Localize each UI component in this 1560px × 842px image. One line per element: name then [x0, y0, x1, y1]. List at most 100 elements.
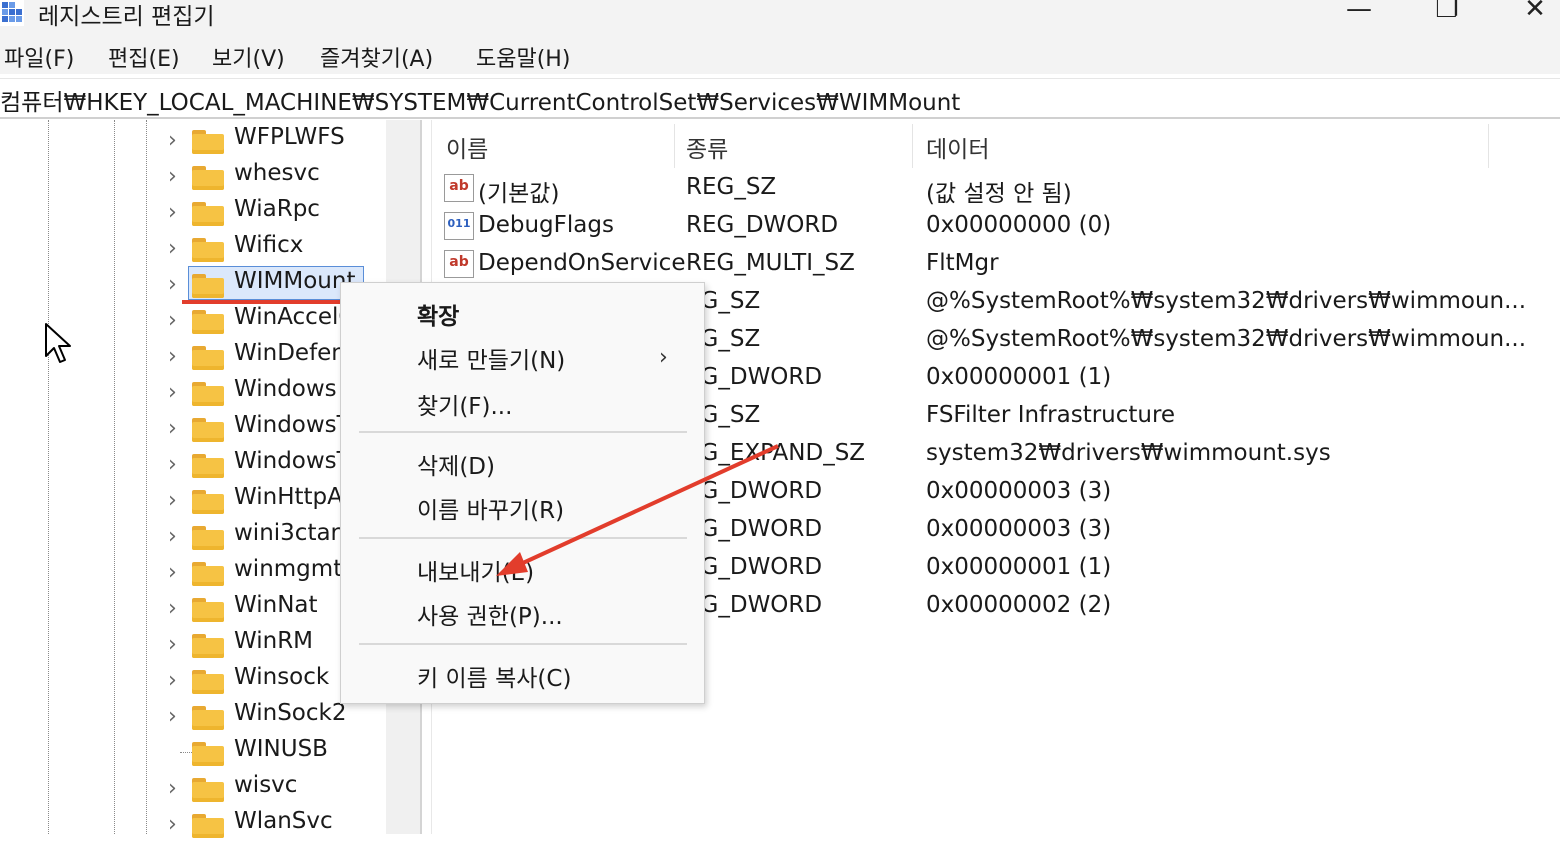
regedit-app-icon [0, 0, 24, 26]
close-button[interactable]: ✕ [1512, 0, 1558, 28]
tree-item[interactable]: › wisvc [160, 770, 400, 806]
tree-item-label: WIMMount [234, 268, 356, 294]
value-data: 0x00000001 (1) [926, 364, 1112, 390]
ctx-find[interactable]: 찾기(F)... [417, 387, 512, 421]
value-data: 0x00000003 (3) [926, 516, 1112, 542]
list-header: 이름 종류 데이터 [432, 120, 1560, 168]
chevron-right-icon: › [659, 345, 668, 370]
tree-item-label: winmgmt [234, 556, 343, 582]
tree-item[interactable]: › Wificx [160, 230, 400, 266]
value-type: EG_DWORD [686, 592, 823, 618]
tree-item[interactable]: › WiaRpc [160, 194, 400, 230]
folder-icon [192, 490, 224, 514]
chevron-right-icon[interactable]: › [168, 308, 177, 333]
value-type: EG_DWORD [686, 554, 823, 580]
value-type: EG_EXPAND_SZ [686, 440, 866, 466]
column-header-name[interactable]: 이름 [446, 130, 488, 164]
chevron-right-icon[interactable]: › [168, 776, 177, 801]
address-path[interactable]: 컴퓨터₩HKEY_LOCAL_MACHINE₩SYSTEM₩CurrentCon… [0, 83, 960, 117]
folder-icon [192, 562, 224, 586]
tree-item-label: WinSock2 [234, 700, 347, 726]
ctx-export[interactable]: 내보내기(E) [417, 553, 534, 587]
ctx-delete[interactable]: 삭제(D) [417, 447, 495, 481]
folder-icon [192, 202, 224, 226]
ctx-rename[interactable]: 이름 바꾸기(R) [417, 491, 564, 525]
maximize-button[interactable]: ❐ [1424, 0, 1470, 28]
column-separator[interactable] [912, 124, 913, 168]
chevron-right-icon[interactable]: › [168, 272, 177, 297]
value-name: DebugFlags [478, 212, 614, 238]
menu-edit[interactable]: 편집(E) [108, 41, 180, 73]
address-bar[interactable]: 컴퓨터₩HKEY_LOCAL_MACHINE₩SYSTEM₩CurrentCon… [0, 78, 1560, 119]
column-header-data[interactable]: 데이터 [926, 130, 989, 164]
tree-item[interactable]: WINUSB [160, 734, 400, 770]
value-name: DependOnService [478, 250, 686, 276]
menu-bar: 파일(F) 편집(E) 보기(V) 즐겨찾기(A) 도움말(H) [0, 36, 1560, 74]
folder-icon [192, 670, 224, 694]
value-data: FSFilter Infrastructure [926, 402, 1176, 428]
chevron-right-icon[interactable]: › [168, 488, 177, 513]
folder-icon [192, 778, 224, 802]
chevron-right-icon[interactable]: › [168, 632, 177, 657]
string-value-icon: ab [444, 250, 474, 278]
context-menu: 확장 새로 만들기(N) › 찾기(F)... 삭제(D) 이름 바꾸기(R) … [340, 282, 705, 704]
tree-item[interactable]: › whesvc [160, 158, 400, 194]
value-type: REG_MULTI_SZ [686, 250, 855, 276]
minimize-button[interactable]: — [1336, 0, 1382, 28]
folder-icon [192, 346, 224, 370]
mouse-cursor-icon [45, 323, 71, 363]
value-data: 0x00000002 (2) [926, 592, 1112, 618]
list-item[interactable]: 011 DebugFlags REG_DWORD 0x00000000 (0) [432, 208, 1560, 246]
tree-item-label: WlanSvc [234, 808, 333, 834]
ctx-copy-key-name[interactable]: 키 이름 복사(C) [417, 659, 571, 693]
window-title: 레지스트리 편집기 [38, 4, 215, 30]
chevron-right-icon[interactable]: › [168, 164, 177, 189]
chevron-right-icon[interactable]: › [168, 596, 177, 621]
ctx-expand[interactable]: 확장 [417, 297, 459, 331]
chevron-right-icon[interactable]: › [168, 704, 177, 729]
menu-favorites[interactable]: 즐겨찾기(A) [320, 41, 433, 73]
column-separator[interactable] [674, 124, 675, 168]
folder-icon [192, 454, 224, 478]
ctx-separator [359, 643, 687, 645]
chevron-right-icon[interactable]: › [168, 452, 177, 477]
value-type: REG_DWORD [686, 212, 839, 238]
chevron-right-icon[interactable]: › [168, 560, 177, 585]
tree-item[interactable]: › WFPLWFS [160, 122, 400, 158]
folder-icon [192, 310, 224, 334]
chevron-right-icon[interactable]: › [168, 668, 177, 693]
menu-view[interactable]: 보기(V) [212, 41, 285, 73]
chevron-right-icon[interactable]: › [168, 344, 177, 369]
list-item[interactable]: ab DependOnService REG_MULTI_SZ FltMgr [432, 246, 1560, 284]
value-name: (기본값) [478, 181, 560, 207]
chevron-right-icon[interactable]: › [168, 416, 177, 441]
chevron-right-icon[interactable]: › [168, 380, 177, 405]
ctx-separator [359, 431, 687, 433]
menu-file[interactable]: 파일(F) [4, 41, 74, 73]
tree-guide-line [146, 120, 147, 834]
tree-item[interactable]: › WlanSvc [160, 806, 400, 842]
chevron-right-icon[interactable]: › [168, 812, 177, 837]
value-data: 0x00000000 (0) [926, 212, 1112, 238]
chevron-right-icon[interactable]: › [168, 128, 177, 153]
tree-item-label: WinAccelC [234, 304, 355, 330]
menu-help[interactable]: 도움말(H) [476, 41, 570, 73]
tree-item-label: WinDefen [234, 340, 346, 366]
tree-guide-line [114, 120, 115, 834]
list-item[interactable]: ab (기본값) REG_SZ (값 설정 안 됨) [432, 170, 1560, 208]
folder-icon [192, 382, 224, 406]
tree-item-label: WinHttpA [234, 484, 343, 510]
tree-item-label: Wificx [234, 232, 304, 258]
tree-item-label: WiaRpc [234, 196, 320, 222]
string-value-icon: ab [444, 174, 474, 202]
column-separator[interactable] [1488, 124, 1489, 168]
column-header-type[interactable]: 종류 [686, 130, 728, 164]
folder-icon [192, 418, 224, 442]
folder-icon [192, 274, 224, 298]
chevron-right-icon[interactable]: › [168, 200, 177, 225]
chevron-right-icon[interactable]: › [168, 524, 177, 549]
chevron-right-icon[interactable]: › [168, 236, 177, 261]
ctx-new[interactable]: 새로 만들기(N) [417, 341, 565, 375]
tree-item-label: WindowsT [234, 448, 351, 474]
ctx-permissions[interactable]: 사용 권한(P)... [417, 597, 563, 631]
